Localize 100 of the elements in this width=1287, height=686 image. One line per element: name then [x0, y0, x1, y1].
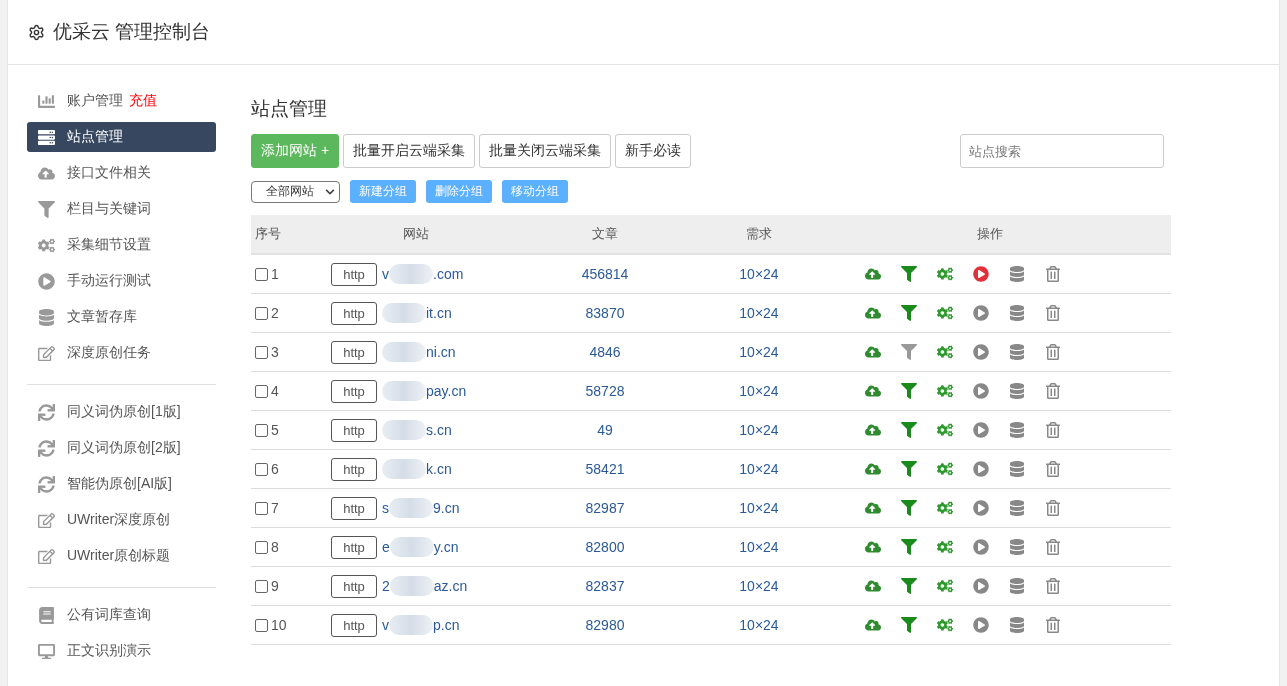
cloud-upload-icon[interactable]	[865, 461, 881, 477]
gears-icon[interactable]	[937, 266, 953, 282]
gears-icon[interactable]	[937, 500, 953, 516]
cloud-upload-icon[interactable]	[865, 266, 881, 282]
cloud-upload-icon[interactable]	[865, 383, 881, 399]
sidebar-item[interactable]: UWriter深度原创	[27, 505, 216, 535]
play-icon[interactable]	[973, 539, 989, 555]
filter-icon[interactable]	[901, 461, 917, 477]
filter-icon[interactable]	[901, 617, 917, 633]
recharge-link[interactable]: 充值	[129, 92, 157, 110]
play-icon[interactable]	[973, 461, 989, 477]
sidebar-item[interactable]: 文章暂存库	[27, 302, 216, 332]
sidebar-item-label: 文章暂存库	[67, 308, 137, 326]
gears-icon[interactable]	[937, 422, 953, 438]
cloud-upload-icon[interactable]	[865, 305, 881, 321]
sidebar-item[interactable]: 账户管理 充值	[27, 86, 216, 116]
trash-icon[interactable]	[1045, 578, 1061, 594]
database-icon[interactable]	[1009, 305, 1025, 321]
row-checkbox[interactable]	[255, 267, 268, 281]
database-icon[interactable]	[1009, 461, 1025, 477]
gears-icon[interactable]	[937, 461, 953, 477]
trash-icon[interactable]	[1045, 422, 1061, 438]
trash-icon[interactable]	[1045, 539, 1061, 555]
row-checkbox[interactable]	[255, 540, 268, 554]
filter-icon[interactable]	[901, 578, 917, 594]
database-icon[interactable]	[1009, 539, 1025, 555]
sidebar-item[interactable]: 手动运行测试	[27, 266, 216, 296]
row-checkbox[interactable]	[255, 345, 268, 359]
domain-text: .com	[433, 266, 464, 282]
row-checkbox[interactable]	[255, 501, 268, 515]
database-icon[interactable]	[1009, 383, 1025, 399]
gears-icon[interactable]	[937, 539, 953, 555]
row-checkbox[interactable]	[255, 306, 268, 320]
database-icon[interactable]	[1009, 266, 1025, 282]
sidebar-item[interactable]: 公有词库查询	[27, 600, 216, 630]
play-icon[interactable]	[973, 344, 989, 360]
trash-icon[interactable]	[1045, 461, 1061, 477]
play-icon[interactable]	[973, 617, 989, 633]
filter-icon[interactable]	[901, 539, 917, 555]
row-checkbox[interactable]	[255, 384, 268, 398]
filter-icon[interactable]	[901, 383, 917, 399]
toolbar-button[interactable]: 新手必读	[615, 134, 692, 168]
play-icon[interactable]	[973, 305, 989, 321]
trash-icon[interactable]	[1045, 617, 1061, 633]
play-icon[interactable]	[973, 422, 989, 438]
database-icon[interactable]	[1009, 578, 1025, 594]
cloud-upload-icon[interactable]	[865, 617, 881, 633]
sidebar-item[interactable]: 站点管理	[27, 122, 216, 152]
gears-icon[interactable]	[937, 305, 953, 321]
trash-icon[interactable]	[1045, 500, 1061, 516]
sidebar-item[interactable]: 接口文件相关	[27, 158, 216, 188]
database-icon[interactable]	[1009, 617, 1025, 633]
play-icon[interactable]	[973, 500, 989, 516]
gears-icon[interactable]	[937, 578, 953, 594]
protocol-tag: http	[331, 457, 377, 481]
sidebar-item[interactable]: UWriter原创标题	[27, 541, 216, 571]
sidebar-item-label: UWriter原创标题	[67, 547, 171, 565]
play-icon[interactable]	[973, 266, 989, 282]
trash-icon[interactable]	[1045, 344, 1061, 360]
row-number: 3	[271, 344, 279, 360]
filter-icon[interactable]	[901, 266, 917, 282]
filter-icon[interactable]	[901, 422, 917, 438]
trash-icon[interactable]	[1045, 383, 1061, 399]
sidebar-item[interactable]: 智能伪原创[AI版]	[27, 469, 216, 499]
sidebar-item[interactable]: 正文识别演示	[27, 636, 216, 666]
cloud-upload-icon[interactable]	[865, 578, 881, 594]
cloud-upload-icon[interactable]	[865, 539, 881, 555]
gears-icon[interactable]	[937, 344, 953, 360]
play-icon[interactable]	[973, 383, 989, 399]
settings-icon[interactable]	[28, 23, 45, 41]
sync-icon	[38, 403, 55, 421]
toolbar-button[interactable]: 批量关闭云端采集	[479, 134, 612, 168]
row-checkbox[interactable]	[255, 579, 268, 593]
gears-icon[interactable]	[937, 383, 953, 399]
cloud-upload-icon[interactable]	[865, 422, 881, 438]
filter-icon[interactable]	[901, 500, 917, 516]
database-icon[interactable]	[1009, 344, 1025, 360]
cloud-upload-icon[interactable]	[865, 500, 881, 516]
search-field[interactable]: 站点搜索	[960, 134, 1164, 168]
sidebar-item[interactable]: 深度原创任务	[27, 338, 216, 368]
sidebar-item[interactable]: 采集细节设置	[27, 230, 216, 260]
database-icon[interactable]	[1009, 500, 1025, 516]
trash-icon[interactable]	[1045, 266, 1061, 282]
filter-icon[interactable]	[901, 305, 917, 321]
play-icon[interactable]	[973, 578, 989, 594]
database-icon[interactable]	[1009, 422, 1025, 438]
cloud-upload-icon[interactable]	[865, 344, 881, 360]
column-header: 需求	[746, 225, 772, 243]
filter-icon[interactable]	[901, 344, 917, 360]
row-checkbox[interactable]	[255, 462, 268, 476]
sidebar-item[interactable]: 同义词伪原创[2版]	[27, 433, 216, 463]
row-checkbox[interactable]	[255, 423, 268, 437]
sidebar-item[interactable]: 同义词伪原创[1版]	[27, 397, 216, 427]
sidebar-item[interactable]: 栏目与关键词	[27, 194, 216, 224]
toolbar-button[interactable]: 批量开启云端采集	[343, 134, 476, 168]
gears-icon[interactable]	[937, 617, 953, 633]
domain-text: ni.cn	[426, 344, 456, 360]
row-checkbox[interactable]	[255, 618, 268, 632]
trash-icon[interactable]	[1045, 305, 1061, 321]
group-select[interactable]: 全部网站	[251, 180, 340, 203]
